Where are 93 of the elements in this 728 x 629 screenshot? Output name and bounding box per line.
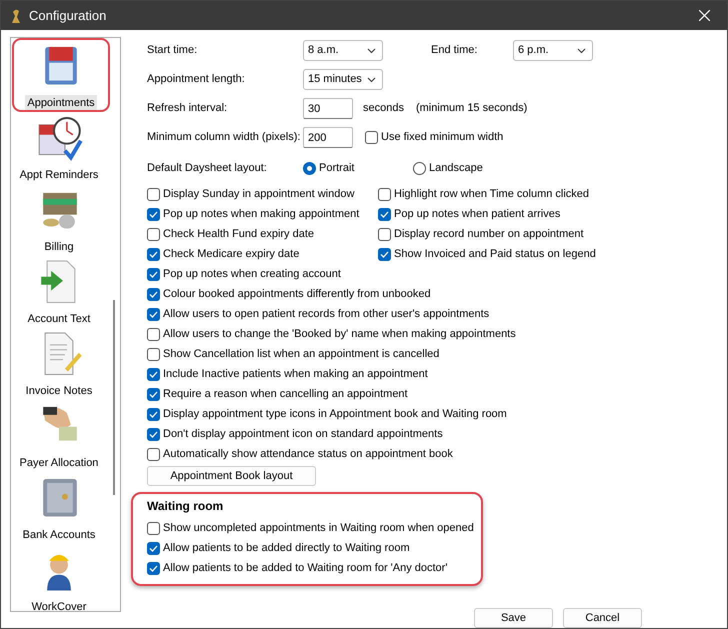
- checkbox-label[interactable]: Pop up notes when making appointment: [163, 206, 360, 222]
- checkbox[interactable]: [147, 388, 160, 400]
- checkbox-label[interactable]: Display Sunday in appointment window: [163, 186, 354, 202]
- caret-icon: [577, 48, 586, 54]
- dropdown[interactable]: 8 a.m.: [303, 40, 383, 61]
- checkmark-icon: [380, 250, 389, 258]
- field-label: Default Daysheet layout:: [147, 160, 268, 176]
- sidebar-item[interactable]: Bank Accounts: [11, 471, 107, 543]
- hint-text: (minimum 15 seconds): [416, 101, 528, 116]
- checkbox[interactable]: [147, 348, 160, 360]
- dialog-button[interactable]: Cancel: [563, 608, 642, 628]
- checkmark-icon: [380, 210, 389, 218]
- checkmark-icon: [149, 250, 158, 258]
- checkbox[interactable]: [147, 228, 160, 240]
- checkmark-icon: [149, 210, 158, 218]
- checkbox-label[interactable]: Display record number on appointment: [394, 226, 584, 242]
- checkmark-icon: [149, 430, 158, 438]
- checkmark-icon: [149, 544, 158, 552]
- checkbox-label[interactable]: Pop up notes when patient arrives: [394, 206, 560, 222]
- sidebar-item[interactable]: WorkCover: [11, 543, 107, 615]
- field-label: Minimum column width (pixels):: [147, 130, 302, 146]
- sidebar-item[interactable]: Appointments: [13, 39, 109, 111]
- dropdown[interactable]: 15 minutes: [303, 69, 383, 90]
- checkbox-label[interactable]: Display appointment type icons in Appointment book and Waiting room: [163, 406, 507, 422]
- checkbox[interactable]: [147, 542, 160, 554]
- checkbox-label[interactable]: Show Cancellation list when an appointment is cancelled: [163, 346, 440, 362]
- checkbox[interactable]: [147, 428, 160, 440]
- checkbox[interactable]: [147, 328, 160, 340]
- input-field[interactable]: 30: [303, 98, 353, 119]
- checkbox-label[interactable]: Don't display appointment icon on standard appointments: [163, 426, 443, 442]
- checkbox-label[interactable]: Check Medicare expiry date: [163, 246, 300, 262]
- sidebar-item[interactable]: Billing: [11, 183, 107, 255]
- checkbox-label[interactable]: Use fixed minimum width: [381, 129, 504, 146]
- field-label: End time:: [431, 43, 478, 58]
- window-title: Configuration: [29, 6, 108, 25]
- checkbox[interactable]: [147, 188, 160, 200]
- checkmark-icon: [149, 370, 158, 378]
- app-icon: [9, 8, 23, 24]
- checkbox[interactable]: [147, 562, 160, 574]
- checkmark-icon: [149, 310, 158, 318]
- radio-label[interactable]: Portrait: [319, 160, 354, 176]
- checkmark-icon: [149, 290, 158, 298]
- checkmark-icon: [149, 410, 158, 418]
- sidebar-item[interactable]: Account Text: [11, 255, 107, 327]
- section-title: Waiting room: [147, 498, 224, 515]
- checkbox-label[interactable]: Allow patients to be added directly to Waiting room: [163, 540, 410, 556]
- checkbox-label[interactable]: Allow patients to be added to Waiting room for 'Any doctor': [163, 560, 448, 576]
- checkbox-label[interactable]: Include Inactive patients when making an appointment: [163, 366, 428, 382]
- checkbox-label[interactable]: Check Health Fund expiry date: [163, 226, 314, 242]
- checkbox[interactable]: [147, 208, 160, 220]
- field-label: Refresh interval:: [147, 101, 228, 116]
- radio-label[interactable]: Landscape: [429, 160, 483, 176]
- checkbox-label[interactable]: Allow users to change the 'Booked by' name when making appointments: [163, 326, 516, 342]
- field-label: Start time:: [147, 43, 198, 58]
- sidebar-item[interactable]: Invoice Notes: [11, 327, 107, 399]
- checkbox-label[interactable]: Show uncompleted appointments in Waiting room when opened: [163, 520, 474, 536]
- checkbox-label[interactable]: Automatically show attendance status on appointment book: [163, 446, 453, 462]
- checkbox[interactable]: [147, 288, 160, 300]
- checkbox[interactable]: [378, 188, 391, 200]
- checkbox-label[interactable]: Show Invoiced and Paid status on legend: [394, 246, 596, 262]
- caret-icon: [367, 76, 376, 82]
- input-field[interactable]: 200: [303, 127, 353, 148]
- unit-label: seconds: [363, 101, 404, 116]
- sidebar-item[interactable]: Appt Reminders: [11, 111, 107, 183]
- checkbox[interactable]: [147, 368, 160, 380]
- layout-button[interactable]: Appointment Book layout: [147, 466, 316, 486]
- checkbox[interactable]: [378, 208, 391, 220]
- radio-button[interactable]: [303, 162, 316, 174]
- checkbox[interactable]: [378, 228, 391, 240]
- dialog-button[interactable]: Save: [474, 608, 553, 628]
- checkbox-label[interactable]: Allow users to open patient records from other user's appointments: [163, 306, 490, 322]
- sidebar-item[interactable]: Payer Allocation: [11, 399, 107, 471]
- checkmark-icon: [149, 270, 158, 278]
- checkbox[interactable]: [378, 248, 391, 260]
- checkbox-label[interactable]: Pop up notes when creating account: [163, 266, 341, 282]
- checkbox-label[interactable]: Require a reason when cancelling an appointment: [163, 386, 408, 402]
- checkbox[interactable]: [147, 522, 160, 534]
- checkbox[interactable]: [147, 408, 160, 420]
- checkmark-icon: [149, 564, 158, 572]
- checkbox[interactable]: [147, 448, 160, 460]
- checkbox[interactable]: [147, 268, 160, 280]
- caret-icon: [367, 48, 376, 54]
- scrollbar[interactable]: [113, 300, 115, 495]
- checkbox-label[interactable]: Highlight row when Time column clicked: [394, 186, 590, 202]
- radio-button[interactable]: [413, 162, 426, 174]
- checkbox[interactable]: [147, 308, 160, 320]
- checkbox[interactable]: [147, 248, 160, 260]
- checkbox[interactable]: [365, 131, 378, 144]
- dropdown[interactable]: 6 p.m.: [513, 40, 593, 61]
- close-icon: [698, 10, 710, 21]
- checkbox-label[interactable]: Colour booked appointments differently from unbooked: [163, 286, 431, 302]
- checkmark-icon: [149, 390, 158, 398]
- field-label: Appointment length:: [147, 72, 246, 88]
